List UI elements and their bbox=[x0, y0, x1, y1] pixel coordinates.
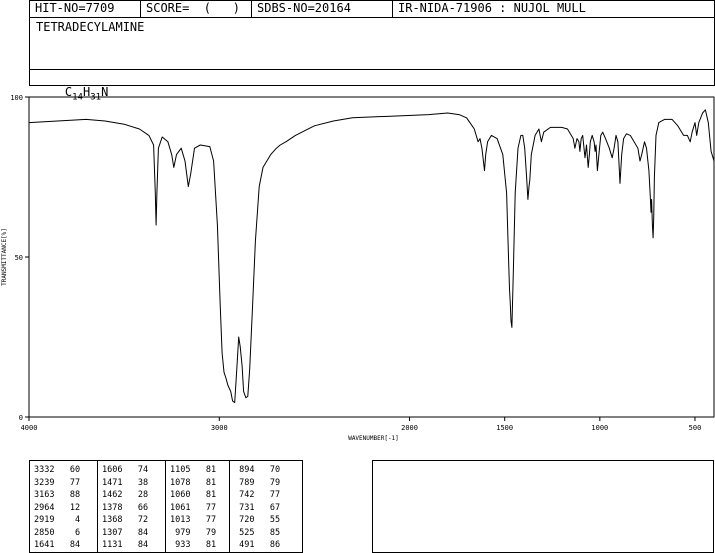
peak-row: 2964 12 bbox=[34, 502, 81, 513]
peak-row: 933 81 bbox=[170, 540, 217, 550]
peak-row: 2850 6 bbox=[34, 527, 81, 538]
peak-row: 1378 66 bbox=[102, 502, 149, 513]
peak-row: 979 79 bbox=[170, 527, 217, 538]
x-tick-label: 4000 bbox=[21, 424, 38, 432]
x-tick-label: 3000 bbox=[211, 424, 228, 432]
peak-row: 894 70 bbox=[234, 465, 281, 475]
peak-table-column: 1105 81 1078 81 1060 81 1061 77 1013 77 979 … bbox=[166, 461, 230, 552]
peak-row: 720 55 bbox=[234, 515, 281, 525]
peak-row: 2919 4 bbox=[34, 515, 81, 525]
peak-row: 1105 81 bbox=[170, 465, 217, 475]
x-tick-label: 1500 bbox=[496, 424, 513, 432]
y-axis-label: TRANSMITTANCE[%] bbox=[1, 228, 8, 286]
peak-row: 731 67 bbox=[234, 502, 281, 513]
peak-row: 1061 77 bbox=[170, 502, 217, 513]
peak-row: 3163 88 bbox=[34, 490, 81, 500]
peak-row: 1471 38 bbox=[102, 477, 149, 488]
y-tick-label: 0 bbox=[19, 414, 23, 422]
x-tick-label: 1000 bbox=[591, 424, 608, 432]
peak-row: 3239 77 bbox=[34, 477, 81, 488]
y-tick-label: 50 bbox=[15, 254, 23, 262]
x-tick-label: 500 bbox=[689, 424, 702, 432]
x-axis-label: WAVENUMBER[-1] bbox=[348, 435, 399, 442]
peak-row: 1013 77 bbox=[170, 515, 217, 525]
peak-table-column: 894 70 789 79 742 77 731 67 720 55 525 8… bbox=[230, 461, 302, 552]
peak-row: 1060 81 bbox=[170, 490, 217, 500]
peak-row: 1368 72 bbox=[102, 515, 149, 525]
ir-spectrum-chart: 4000 3000 2000 1500 1000 500 0 50 100 WAVENUMBER[… bbox=[1, 94, 715, 442]
peak-row: 491 86 bbox=[234, 540, 281, 550]
y-tick-label: 100 bbox=[10, 94, 23, 102]
peak-row: 789 79 bbox=[234, 477, 281, 488]
peak-table: 3332 60 3239 77 3163 88 2964 12 2919 4 2850 6… bbox=[29, 460, 303, 553]
plot-frame bbox=[28, 96, 715, 418]
x-tick-label: 2000 bbox=[401, 424, 418, 432]
spectrum-line bbox=[28, 109, 715, 404]
peak-row: 1307 84 bbox=[102, 527, 149, 538]
empty-info-box bbox=[372, 460, 714, 553]
peak-table-column: 3332 60 3239 77 3163 88 2964 12 2919 4 2850 6… bbox=[30, 461, 98, 552]
peak-row: 1131 84 bbox=[102, 540, 149, 550]
peak-row: 742 77 bbox=[234, 490, 281, 500]
peak-row: 3332 60 bbox=[34, 465, 81, 475]
peak-row: 1462 28 bbox=[102, 490, 149, 500]
peak-table-column: 1606 74 1471 38 1462 28 1378 66 1368 72 1307 … bbox=[98, 461, 166, 552]
peak-row: 1078 81 bbox=[170, 477, 217, 488]
peak-row: 1641 84 bbox=[34, 540, 81, 550]
peak-row: 525 85 bbox=[234, 527, 281, 538]
peak-row: 1606 74 bbox=[102, 465, 149, 475]
